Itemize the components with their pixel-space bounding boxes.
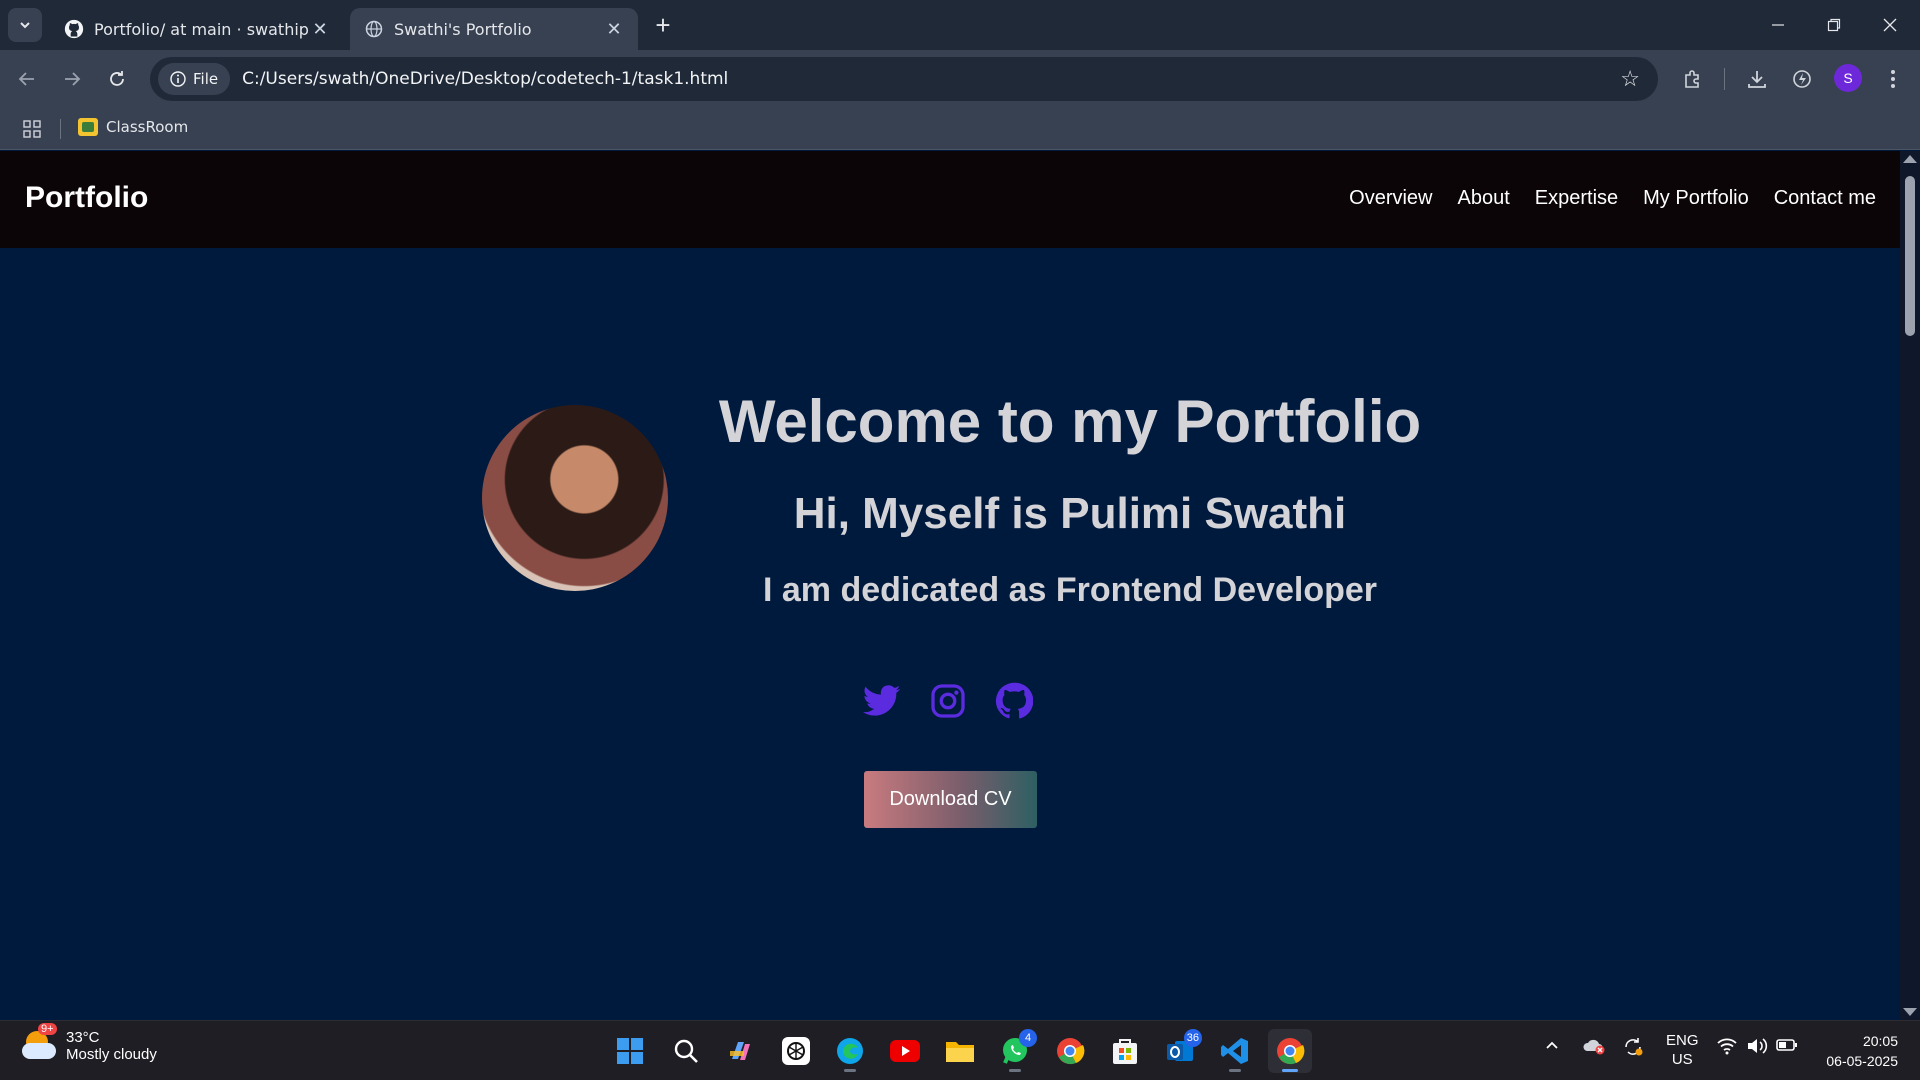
tab-title: Swathi's Portfolio	[394, 19, 532, 39]
close-icon[interactable]: ✕	[604, 19, 624, 40]
microsoft-store-icon[interactable]	[1103, 1029, 1147, 1073]
site-info-chip[interactable]: File	[158, 63, 231, 95]
scroll-thumb[interactable]	[1905, 176, 1915, 336]
apps-grid-icon[interactable]	[22, 119, 42, 144]
globe-icon	[364, 19, 384, 39]
bookmark-classroom[interactable]: ClassRoom	[78, 118, 188, 136]
weather-badge: 9+	[38, 1023, 57, 1035]
page-scrollbar[interactable]	[1900, 151, 1920, 1020]
youtube-icon[interactable]	[883, 1029, 927, 1073]
tab-github[interactable]: Portfolio/ at main · swathipulimi ✕	[50, 8, 344, 50]
toolbar-divider	[1724, 68, 1725, 90]
hero-greeting: Hi, Myself is Pulimi Swathi	[793, 489, 1347, 538]
download-cv-button[interactable]: Download CV	[864, 771, 1037, 828]
edge-icon[interactable]	[828, 1029, 872, 1073]
browser-tab-bar: Portfolio/ at main · swathipulimi ✕ Swat…	[0, 0, 1920, 50]
start-button[interactable]	[608, 1029, 652, 1073]
tab-search-button[interactable]	[8, 8, 42, 42]
reload-icon[interactable]	[100, 62, 134, 96]
file-label: File	[193, 70, 219, 88]
wifi-icon[interactable]	[1716, 1037, 1738, 1060]
instagram-icon[interactable]	[928, 681, 968, 721]
weather-condition: Mostly cloudy	[66, 1046, 157, 1063]
chevron-down-icon	[20, 22, 30, 29]
github-icon[interactable]	[994, 681, 1034, 721]
address-bar[interactable]: File C:/Users/swath/OneDrive/Desktop/cod…	[150, 57, 1658, 101]
whatsapp-badge: 4	[1019, 1029, 1037, 1047]
twitter-icon[interactable]	[862, 681, 902, 721]
forward-arrow-icon[interactable]	[55, 62, 89, 96]
nav-link-my-portfolio[interactable]: My Portfolio	[1643, 187, 1749, 210]
hero-role: I am dedicated as Frontend Developer	[762, 571, 1378, 609]
chrome-active-icon[interactable]	[1268, 1029, 1312, 1073]
close-icon[interactable]: ✕	[310, 19, 330, 40]
copilot-icon[interactable]	[718, 1029, 762, 1073]
bookmark-star-icon[interactable]: ☆	[1620, 66, 1640, 92]
new-tab-button[interactable]: +	[648, 10, 678, 40]
vscode-icon[interactable]	[1213, 1029, 1257, 1073]
tab-portfolio[interactable]: Swathi's Portfolio ✕	[350, 8, 638, 50]
chevron-up-icon[interactable]	[1544, 1037, 1560, 1058]
nav-link-expertise[interactable]: Expertise	[1535, 187, 1618, 210]
github-icon	[64, 19, 84, 39]
file-explorer-icon[interactable]	[938, 1029, 982, 1073]
volume-icon[interactable]	[1746, 1037, 1768, 1060]
back-arrow-icon[interactable]	[10, 62, 44, 96]
search-icon[interactable]	[664, 1029, 708, 1073]
nav-link-about[interactable]: About	[1458, 187, 1510, 210]
url-text[interactable]: C:/Users/swath/OneDrive/Desktop/codetech…	[242, 69, 728, 89]
battery-icon[interactable]	[1776, 1037, 1798, 1058]
performance-icon[interactable]	[1785, 62, 1819, 96]
outlook-badge: 36	[1183, 1029, 1202, 1047]
windows-logo-icon	[617, 1038, 643, 1064]
bookmark-label: ClassRoom	[106, 118, 189, 136]
bookmarks-bar: ClassRoom	[0, 108, 1920, 150]
cloudy-weather-icon: 9+	[22, 1023, 57, 1063]
menu-kebab-icon[interactable]	[1876, 62, 1910, 96]
chatgpt-icon[interactable]	[774, 1029, 818, 1073]
close-window-icon[interactable]	[1862, 8, 1918, 42]
scroll-up-arrow-icon[interactable]	[1903, 155, 1917, 163]
nav-link-overview[interactable]: Overview	[1349, 187, 1432, 210]
site-navbar: Portfolio Overview About Expertise My Po…	[0, 151, 1900, 248]
scroll-down-arrow-icon[interactable]	[1903, 1008, 1917, 1016]
site-brand[interactable]: Portfolio	[25, 181, 148, 215]
clock-time: 20:05	[1862, 1033, 1898, 1049]
profile-photo	[482, 405, 668, 591]
social-links	[862, 681, 1034, 721]
minimize-icon[interactable]	[1750, 8, 1806, 42]
clock-date: 06-05-2025	[1826, 1053, 1898, 1069]
profile-avatar[interactable]: S	[1834, 64, 1862, 92]
windows-taskbar: 9+ 33°C Mostly cloudy 4 36 ENG US 20:05 …	[0, 1020, 1920, 1080]
extensions-icon[interactable]	[1676, 62, 1710, 96]
weather-temp: 33°C	[66, 1029, 100, 1046]
onedrive-error-icon[interactable]	[1582, 1037, 1606, 1060]
classroom-icon	[78, 118, 98, 136]
restore-icon[interactable]	[1806, 8, 1862, 42]
nav-link-contact[interactable]: Contact me	[1774, 187, 1876, 210]
bookmarks-divider	[60, 119, 61, 139]
sync-icon[interactable]	[1622, 1037, 1644, 1062]
language-code: ENG	[1666, 1032, 1699, 1049]
tab-title: Portfolio/ at main · swathipulimi	[94, 19, 310, 39]
info-icon	[170, 71, 186, 87]
download-icon[interactable]	[1740, 62, 1774, 96]
system-clock[interactable]: 20:05 06-05-2025	[1826, 1031, 1898, 1071]
browser-toolbar: File C:/Users/swath/OneDrive/Desktop/cod…	[0, 50, 1920, 108]
weather-widget[interactable]: 9+ 33°C Mostly cloudy	[22, 1023, 157, 1063]
hero-title: Welcome to my Portfolio	[718, 388, 1422, 455]
whatsapp-icon[interactable]: 4	[993, 1029, 1037, 1073]
language-indicator[interactable]: ENG US	[1666, 1031, 1699, 1069]
outlook-icon[interactable]: 36	[1158, 1029, 1202, 1073]
region-code: US	[1671, 1051, 1693, 1068]
web-page: Portfolio Overview About Expertise My Po…	[0, 151, 1900, 1020]
nav-links: Overview About Expertise My Portfolio Co…	[1349, 187, 1876, 210]
chrome-icon[interactable]	[1048, 1029, 1092, 1073]
